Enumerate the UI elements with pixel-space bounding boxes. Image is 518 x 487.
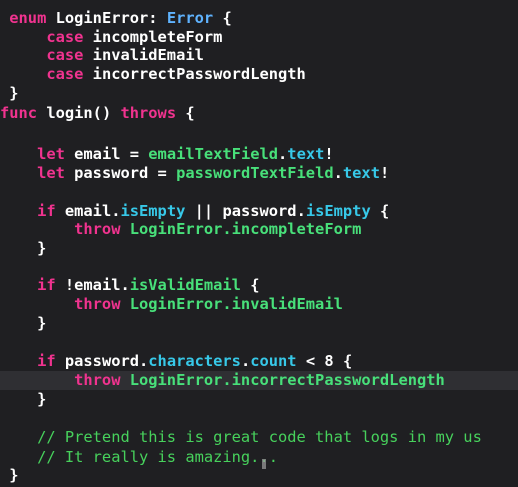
code-token: isEmpty xyxy=(305,202,371,220)
code-token: count xyxy=(250,352,297,370)
code-line[interactable]: enum LoginError: Error { xyxy=(0,9,518,28)
code-token: case xyxy=(0,28,93,46)
code-token: func xyxy=(0,104,47,122)
code-line[interactable]: let email = emailTextField.text! xyxy=(0,145,518,164)
code-token: } xyxy=(0,314,47,332)
code-line[interactable]: if email.isEmpty || password.isEmpty { xyxy=(0,202,518,221)
code-line[interactable]: func login() throws { xyxy=(0,104,518,123)
code-token: password = xyxy=(74,164,177,182)
code-token: case xyxy=(0,46,93,64)
code-token: : xyxy=(148,9,167,27)
code-token: // It really is amazing... xyxy=(0,448,278,466)
code-token: enum xyxy=(0,9,56,27)
code-token: { xyxy=(240,276,260,294)
code-token: . xyxy=(333,164,343,182)
code-line[interactable]: throw LoginError.incompleteForm xyxy=(0,220,518,239)
code-token: if xyxy=(0,202,65,220)
code-token: . xyxy=(240,352,251,370)
code-token: email. xyxy=(64,202,121,220)
code-token: { xyxy=(333,352,353,370)
code-token: { xyxy=(370,202,390,220)
code-line[interactable]: } xyxy=(0,84,518,103)
code-line[interactable]: } xyxy=(0,314,518,333)
code-token: invalidEmail xyxy=(92,46,204,64)
code-token: 8 xyxy=(324,352,334,370)
code-editor[interactable]: enum LoginError: Error { case incomplete… xyxy=(0,0,518,487)
code-token: characters xyxy=(148,352,241,370)
code-token: incompleteForm xyxy=(92,28,223,46)
code-line[interactable]: if password.characters.count < 8 { xyxy=(0,352,518,371)
code-token: } xyxy=(0,390,47,408)
code-token: LoginError xyxy=(55,9,149,27)
code-token: } xyxy=(0,84,19,102)
code-token: ! xyxy=(324,145,334,163)
code-token: throw xyxy=(0,220,130,238)
code-line[interactable]: if !email.isValidEmail { xyxy=(0,276,518,295)
code-token: { xyxy=(213,9,232,27)
code-token: emailTextField xyxy=(148,145,279,163)
code-token: < xyxy=(296,352,325,370)
code-token: || xyxy=(185,202,223,220)
code-token: incorrectPasswordLength xyxy=(92,65,306,83)
code-token: if xyxy=(0,276,65,294)
code-token: } xyxy=(0,466,19,484)
code-token: let xyxy=(0,164,75,182)
code-token: throw xyxy=(0,371,130,389)
code-line[interactable] xyxy=(0,184,518,203)
code-token: . xyxy=(278,145,288,163)
code-line[interactable]: case incorrectPasswordLength xyxy=(0,65,518,84)
code-token: LoginError.incorrectPasswordLength xyxy=(129,371,445,389)
code-token: text xyxy=(342,164,380,182)
text-cursor xyxy=(262,459,266,469)
code-token: throw xyxy=(0,295,130,313)
code-token: Error xyxy=(166,9,214,27)
code-line[interactable]: let password = passwordTextField.text! xyxy=(0,164,518,183)
code-line[interactable]: // Pretend this is great code that logs … xyxy=(0,428,518,447)
code-token: isValidEmail xyxy=(129,276,241,294)
code-line-current[interactable]: throw LoginError.incorrectPasswordLength xyxy=(0,371,518,390)
code-token: ! xyxy=(379,164,390,182)
code-token: if xyxy=(0,352,65,370)
code-line[interactable]: // It really is amazing... xyxy=(0,448,518,467)
code-token: case xyxy=(0,65,93,83)
code-token: password. xyxy=(64,352,149,370)
code-token: login() xyxy=(46,104,121,122)
code-token: } xyxy=(0,239,47,257)
code-line[interactable]: case incompleteForm xyxy=(0,28,518,47)
code-token: { xyxy=(176,104,195,122)
code-line[interactable]: case invalidEmail xyxy=(0,46,518,65)
code-token: isEmpty xyxy=(120,202,186,220)
code-token: LoginError.invalidEmail xyxy=(129,295,343,313)
code-token: text xyxy=(287,145,325,163)
code-line[interactable]: } xyxy=(0,466,518,485)
code-token: !email. xyxy=(64,276,130,294)
code-line[interactable]: throw LoginError.invalidEmail xyxy=(0,295,518,314)
code-token: let xyxy=(0,145,75,163)
code-token: throws xyxy=(120,104,177,122)
code-line[interactable]: } xyxy=(0,390,518,409)
code-line[interactable] xyxy=(0,409,518,428)
code-line[interactable] xyxy=(0,123,518,142)
code-token: passwordTextField xyxy=(176,164,334,182)
code-token: // Pretend this is great code that logs … xyxy=(0,428,482,446)
code-line[interactable]: } xyxy=(0,239,518,258)
code-token: LoginError.incompleteForm xyxy=(129,220,362,238)
code-token: password. xyxy=(222,202,306,220)
code-token: email = xyxy=(74,145,149,163)
code-line[interactable] xyxy=(0,258,518,277)
code-line[interactable] xyxy=(0,332,518,351)
